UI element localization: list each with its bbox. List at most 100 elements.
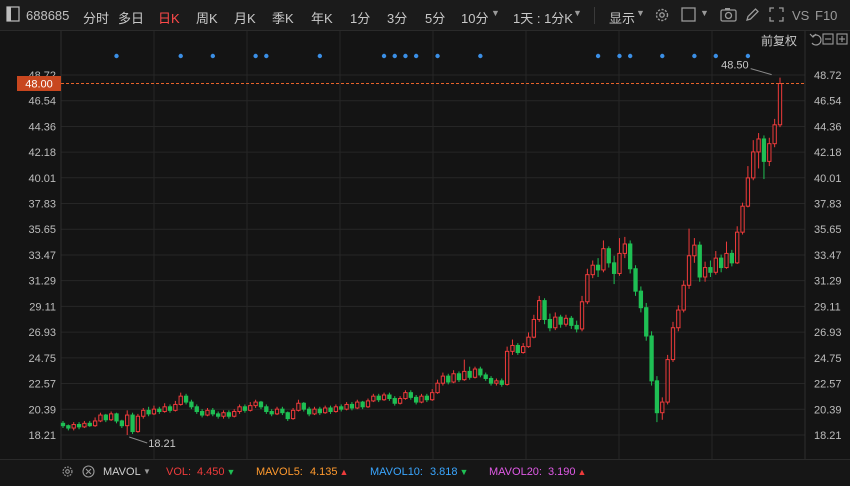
candle[interactable] xyxy=(745,166,751,208)
candle[interactable] xyxy=(87,420,92,427)
candle[interactable] xyxy=(71,422,76,431)
tab-10min[interactable]: 10分 xyxy=(461,8,488,27)
restore-right-button[interactable]: 前复权 xyxy=(761,33,797,48)
event-dot-marker[interactable] xyxy=(253,53,258,59)
candle[interactable] xyxy=(355,399,360,410)
candle[interactable] xyxy=(601,240,606,273)
candle[interactable] xyxy=(419,393,424,404)
candle[interactable] xyxy=(456,371,462,383)
candle[interactable] xyxy=(585,268,590,305)
event-dot-marker[interactable] xyxy=(745,53,751,59)
candle[interactable] xyxy=(108,411,114,421)
chevron-down-icon[interactable]: ▼ xyxy=(143,467,151,476)
candle[interactable] xyxy=(157,406,162,414)
candle[interactable] xyxy=(194,404,199,414)
candle[interactable] xyxy=(504,346,510,386)
candle[interactable] xyxy=(98,412,103,423)
candle[interactable] xyxy=(301,402,306,412)
tab-zhouk[interactable]: 周K xyxy=(196,8,218,27)
event-dot-marker[interactable] xyxy=(210,53,216,59)
candle[interactable] xyxy=(740,202,745,235)
candle[interactable] xyxy=(638,286,644,313)
candle[interactable] xyxy=(76,422,82,430)
candle[interactable] xyxy=(467,366,472,380)
candle[interactable] xyxy=(360,400,365,410)
checkbox-icon[interactable] xyxy=(681,7,696,25)
event-dot-marker[interactable] xyxy=(317,53,323,59)
candle[interactable] xyxy=(579,295,585,332)
candle[interactable] xyxy=(242,404,248,413)
event-dot-marker[interactable] xyxy=(692,53,697,59)
candle[interactable] xyxy=(183,393,189,405)
candle[interactable] xyxy=(660,397,665,420)
candle[interactable] xyxy=(269,409,274,417)
candle[interactable] xyxy=(258,400,264,410)
candle[interactable] xyxy=(435,379,440,394)
candle[interactable] xyxy=(761,135,767,180)
event-dot-marker[interactable] xyxy=(478,53,483,59)
candle[interactable] xyxy=(285,411,290,421)
kline-chart[interactable]: 48.72 46.54 44.36 42.18 40.01 37.83 35.65 33.47… xyxy=(0,31,850,459)
display-button[interactable]: 显示 xyxy=(609,8,635,27)
chevron-down-icon[interactable]: ▼ xyxy=(491,8,500,18)
candle[interactable] xyxy=(462,359,467,381)
close-icon[interactable] xyxy=(82,465,95,481)
candle[interactable] xyxy=(692,238,697,263)
chevron-down-icon[interactable]: ▼ xyxy=(573,8,582,18)
candle[interactable] xyxy=(451,370,456,384)
candle[interactable] xyxy=(381,392,387,401)
candle[interactable] xyxy=(628,240,633,274)
candle[interactable] xyxy=(189,399,194,410)
candle[interactable] xyxy=(686,228,692,289)
candle[interactable] xyxy=(542,298,547,325)
candle[interactable] xyxy=(617,238,622,276)
camera-icon[interactable] xyxy=(720,7,737,25)
sidebar-toggle-icon[interactable] xyxy=(6,6,20,25)
candle[interactable] xyxy=(649,331,654,386)
candle[interactable] xyxy=(280,406,285,416)
candle[interactable] xyxy=(119,419,125,429)
candle[interactable] xyxy=(296,399,301,412)
candle[interactable] xyxy=(178,392,183,406)
candle[interactable] xyxy=(644,302,649,341)
event-dot-marker[interactable] xyxy=(627,53,633,59)
candle[interactable] xyxy=(135,413,141,433)
event-dot-marker[interactable] xyxy=(413,53,419,59)
f10-button[interactable]: F10 xyxy=(815,8,837,23)
undo-icon[interactable] xyxy=(809,33,822,46)
candle[interactable] xyxy=(312,406,317,416)
event-dot-marker[interactable] xyxy=(713,53,718,59)
candle[interactable] xyxy=(66,424,71,431)
candle[interactable] xyxy=(606,246,611,268)
event-dot-marker[interactable] xyxy=(403,53,408,59)
candle[interactable] xyxy=(478,366,483,378)
candle[interactable] xyxy=(756,133,761,169)
candle[interactable] xyxy=(151,405,157,416)
candle[interactable] xyxy=(253,399,258,408)
candle[interactable] xyxy=(488,376,494,386)
zoom-out-icon[interactable] xyxy=(822,33,834,45)
candle[interactable] xyxy=(681,280,686,313)
candle[interactable] xyxy=(472,366,478,379)
candle[interactable] xyxy=(306,406,312,417)
candle[interactable] xyxy=(729,249,735,267)
candle[interactable] xyxy=(232,409,237,418)
pencil-icon[interactable] xyxy=(745,7,760,25)
tab-jik[interactable]: 季K xyxy=(272,8,294,27)
tab-fenshi[interactable]: 分时 xyxy=(83,8,109,27)
candle[interactable] xyxy=(323,405,328,414)
candle[interactable] xyxy=(633,265,638,296)
event-dot-marker[interactable] xyxy=(381,53,387,59)
vs-button[interactable]: VS xyxy=(792,8,809,23)
candle[interactable] xyxy=(494,378,499,386)
candle[interactable] xyxy=(92,417,98,427)
candle[interactable] xyxy=(676,305,681,332)
candle[interactable] xyxy=(611,255,617,285)
candle[interactable] xyxy=(670,321,676,362)
tab-duori[interactable]: 多日 xyxy=(118,8,144,27)
tab-1day-1min[interactable]: 1天 : 1分K xyxy=(513,8,573,27)
candle[interactable] xyxy=(365,398,371,408)
candle[interactable] xyxy=(371,393,376,403)
candle[interactable] xyxy=(408,390,413,400)
candle[interactable] xyxy=(665,354,670,405)
